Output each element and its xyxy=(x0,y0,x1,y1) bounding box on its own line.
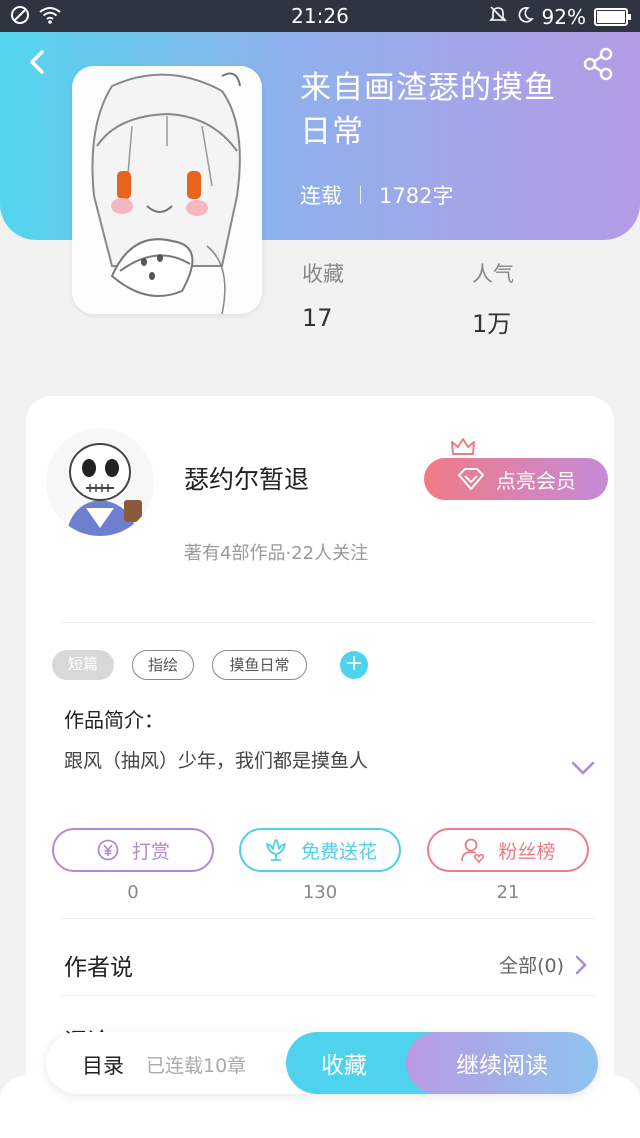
intro-text: 跟风（抽风）少年，我们都是摸鱼人 xyxy=(64,750,369,772)
continue-reading-label: 继续阅读 xyxy=(456,1053,548,1079)
stat-label: 人气 xyxy=(472,262,514,286)
divider xyxy=(62,995,594,996)
chevron-down-icon xyxy=(571,761,595,775)
catalog-button[interactable]: 目录 xyxy=(82,1050,124,1080)
stat-popularity: 人气 1万 xyxy=(472,258,514,339)
serial-status: 连载 xyxy=(300,184,342,208)
author-says-count: 全部(0) xyxy=(499,955,564,977)
tip-label: 打赏 xyxy=(131,840,170,863)
favorite-label: 收藏 xyxy=(321,1053,367,1079)
tag-chip[interactable]: 指绘 xyxy=(132,650,194,680)
author-avatar[interactable] xyxy=(46,428,154,536)
stat-value: 17 xyxy=(302,304,333,332)
intro-label: 作品简介： xyxy=(64,708,164,732)
tip-count: 0 xyxy=(127,882,139,903)
book-title-line1: 来自画渣瑟的摸鱼 xyxy=(300,70,556,106)
fan-user-icon xyxy=(461,838,485,863)
fan-ranking-button[interactable]: 粉丝榜 xyxy=(427,828,589,872)
mute-bell-icon xyxy=(488,4,508,29)
tip-button[interactable]: 打赏 xyxy=(52,828,214,872)
stat-label: 收藏 xyxy=(302,262,344,286)
cover-illustration xyxy=(72,66,262,314)
meta-divider xyxy=(360,186,361,204)
word-count: 1782字 xyxy=(379,184,454,208)
divider xyxy=(62,622,594,623)
book-cover[interactable] xyxy=(72,66,262,314)
moon-icon xyxy=(516,5,534,29)
send-flower-button[interactable]: 免费送花 xyxy=(239,828,401,872)
book-title-line2: 日常 xyxy=(300,114,364,150)
chevron-right-icon xyxy=(575,955,587,974)
book-title: 来自画渣瑟的摸鱼 日常 xyxy=(300,66,620,154)
tag-chip[interactable]: 短篇 xyxy=(52,650,114,680)
battery-percent: 92% xyxy=(541,4,586,29)
stat-favorites: 收藏 17 xyxy=(302,258,344,332)
add-tag-button[interactable]: + xyxy=(340,651,368,679)
chevron-left-icon xyxy=(30,50,44,74)
author-says-title: 作者说 xyxy=(64,955,133,981)
fan-ranking-label: 粉丝榜 xyxy=(498,840,556,863)
tag-chip[interactable]: 摸鱼日常 xyxy=(212,650,307,680)
chapter-count: 已连载10章 xyxy=(146,1055,247,1077)
author-summary: 著有4部作品·22人关注 xyxy=(184,543,369,564)
vip-button[interactable]: 点亮会员 xyxy=(424,458,608,500)
divider xyxy=(62,918,594,919)
stat-value: 1万 xyxy=(472,310,512,338)
crown-icon xyxy=(451,438,475,455)
avatar-illustration xyxy=(46,428,154,536)
flower-count: 130 xyxy=(302,882,338,903)
yen-coin-icon xyxy=(97,839,119,861)
diamond-icon xyxy=(458,468,484,490)
author-says-all-link[interactable]: 全部(0) xyxy=(499,951,588,978)
bottom-action-bar: 目录 已连载10章 收藏 继续阅读 xyxy=(46,1032,598,1094)
status-bar: 21:26 92% xyxy=(0,0,640,32)
flower-icon xyxy=(266,839,286,861)
battery-icon xyxy=(594,7,631,26)
expand-button[interactable] xyxy=(570,758,596,778)
author-name[interactable]: 瑟约尔暂退 xyxy=(184,460,309,496)
send-flower-label: 免费送花 xyxy=(300,840,377,863)
vip-label: 点亮会员 xyxy=(496,468,576,493)
book-meta: 连载 1782字 xyxy=(300,180,453,210)
fan-count: 21 xyxy=(496,882,520,903)
back-button[interactable] xyxy=(20,44,56,80)
continue-reading-button[interactable]: 继续阅读 xyxy=(406,1032,598,1094)
